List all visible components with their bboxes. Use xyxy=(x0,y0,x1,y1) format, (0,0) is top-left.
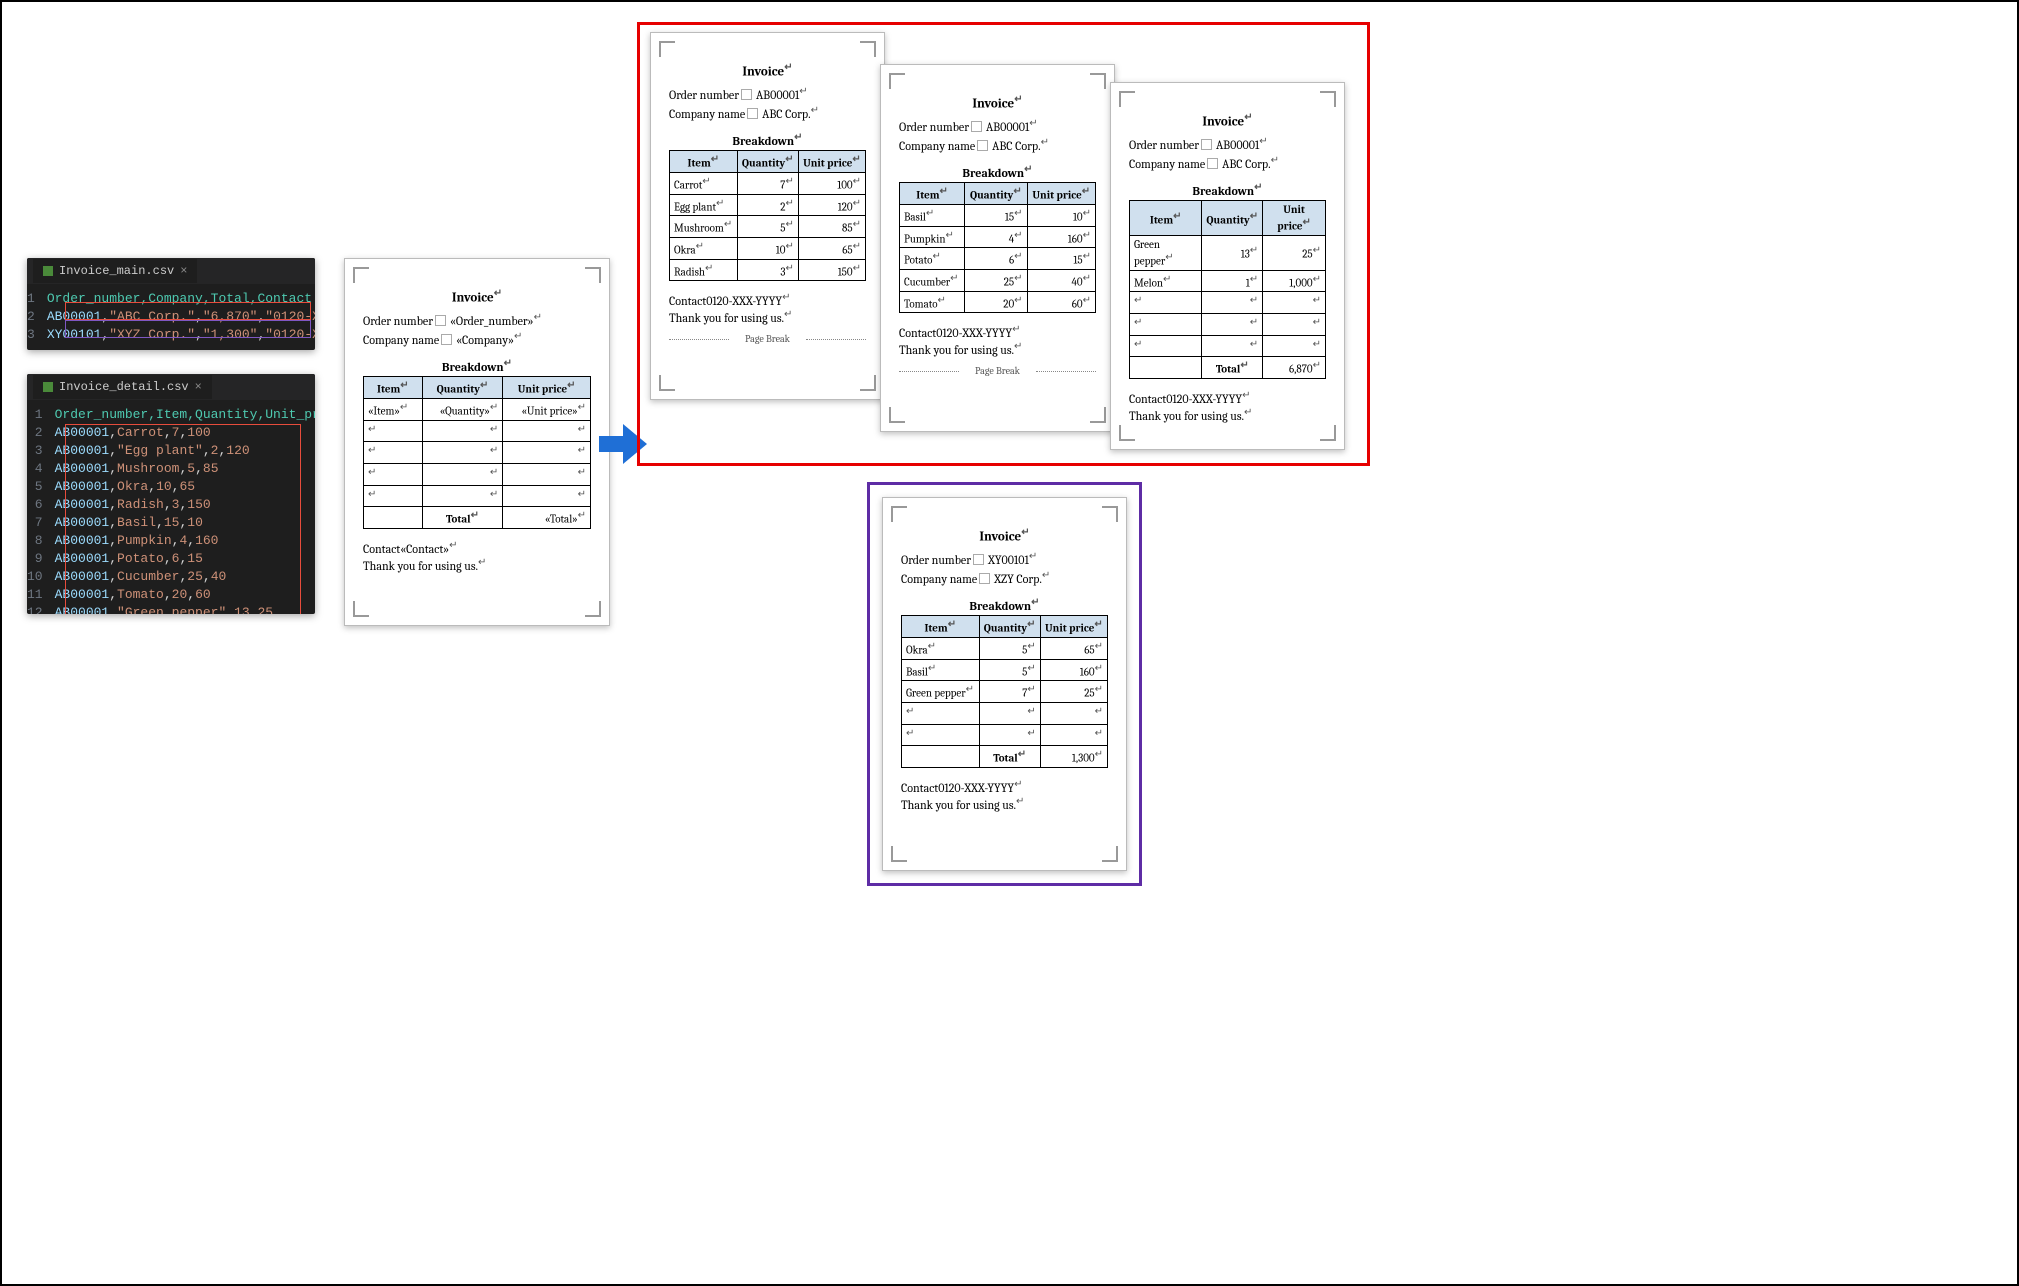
table-row: ↵↵↵ xyxy=(902,724,1108,746)
arrow-icon xyxy=(599,422,647,466)
table-row: ↵↵↵ xyxy=(1130,292,1326,314)
table-row: Egg plant↵2↵120↵ xyxy=(670,194,866,216)
table-row: Mushroom↵5↵85↵ xyxy=(670,216,866,238)
close-icon[interactable]: × xyxy=(195,378,202,396)
template-page: Invoice↵ Order number«Order_number»↵ Com… xyxy=(344,258,610,626)
code-area[interactable]: Order_number,Item,Quantity,Unit_price AB… xyxy=(51,400,315,614)
invoice-page-abc-2: Invoice↵ Order numberAB00001↵ Company na… xyxy=(880,64,1115,432)
editor-tab[interactable]: Invoice_main.csv × xyxy=(33,259,197,283)
table-row: Carrot↵7↵100↵ xyxy=(670,172,866,194)
table-row: Green pepper↵7↵25↵ xyxy=(902,681,1108,703)
file-icon xyxy=(43,382,53,392)
invoice-page-abc-3: Invoice↵ Order numberAB00001↵ Company na… xyxy=(1110,82,1345,450)
invoice-page-abc-1: Invoice↵ Order numberAB00001↵ Company na… xyxy=(650,32,885,400)
table-row: Green pepper↵13↵25↵ xyxy=(1130,235,1326,270)
file-icon xyxy=(43,266,53,276)
table-row: ↵↵↵ xyxy=(1130,313,1326,335)
editor-tabbar: Invoice_detail.csv × xyxy=(27,374,315,400)
invoice-page-xyz-1: Invoice↵ Order numberXY00101↵ Company na… xyxy=(882,497,1127,871)
page-break: Page Break xyxy=(669,333,866,345)
close-icon[interactable]: × xyxy=(180,262,187,280)
table-row: Basil↵15↵10↵ xyxy=(900,204,1096,226)
table-row: Melon↵1↵1,000↵ xyxy=(1130,270,1326,292)
editor-invoice-detail: Invoice_detail.csv × 1 2 3 4 5 6 7 8 9 1… xyxy=(27,374,315,614)
editor-tab[interactable]: Invoice_detail.csv × xyxy=(33,375,212,399)
tab-label: Invoice_detail.csv xyxy=(59,378,189,396)
breakdown-table: Item↵Quantity↵Unit price↵ Carrot↵7↵100↵E… xyxy=(669,150,866,281)
table-row: Radish↵3↵150↵ xyxy=(670,259,866,281)
table-row: Basil↵5↵160↵ xyxy=(902,659,1108,681)
table-row: Pumpkin↵4↵160↵ xyxy=(900,226,1096,248)
breakdown-table: Item↵ Quantity↵ Unit price↵ «Item»↵«Quan… xyxy=(363,376,591,529)
editor-tabbar: Invoice_main.csv × xyxy=(27,258,315,284)
editor-invoice-main: Invoice_main.csv × 1 2 3 Order_number,Co… xyxy=(27,258,315,350)
table-row: Tomato↵20↵60↵ xyxy=(900,291,1096,313)
diagram-canvas: Invoice_main.csv × 1 2 3 Order_number,Co… xyxy=(0,0,2019,1286)
table-row: ↵↵↵ xyxy=(902,702,1108,724)
line-gutter: 1 2 3 xyxy=(27,284,43,350)
code-area[interactable]: Order_number,Company,Total,Contact AB000… xyxy=(43,284,315,350)
line-gutter: 1 2 3 4 5 6 7 8 9 10 11 12 13 14 15 16 xyxy=(27,400,51,614)
table-row: Cucumber↵25↵40↵ xyxy=(900,269,1096,291)
table-row: Okra↵5↵65↵ xyxy=(902,637,1108,659)
table-row: Potato↵6↵15↵ xyxy=(900,248,1096,270)
page-title: Invoice↵ xyxy=(363,287,591,305)
table-row: Okra↵10↵65↵ xyxy=(670,237,866,259)
tab-label: Invoice_main.csv xyxy=(59,262,174,280)
table-row: ↵↵↵ xyxy=(1130,335,1326,357)
